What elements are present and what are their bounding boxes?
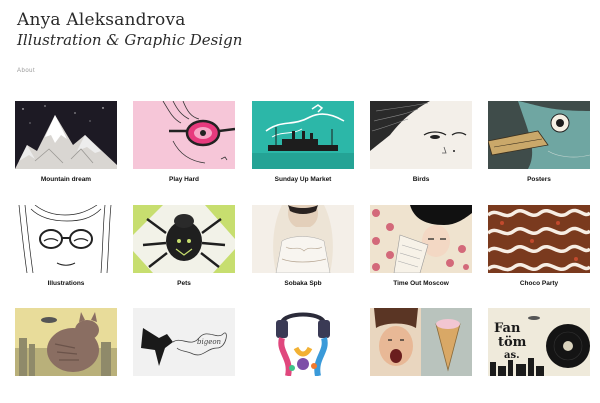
portfolio-caption[interactable]: Choco Party — [488, 280, 590, 287]
portfolio-caption[interactable]: Sobaka Spb — [252, 280, 354, 287]
portfolio-caption[interactable]: Time Out Moscow — [370, 280, 472, 287]
portfolio-caption[interactable]: Pets — [133, 280, 235, 287]
portfolio-caption[interactable]: Illustrations — [15, 280, 117, 287]
portfolio-caption[interactable]: Play Hard — [133, 176, 235, 183]
portfolio-item-posters[interactable]: Posters — [488, 101, 590, 183]
giant-cat-illustration[interactable] — [15, 308, 117, 376]
portfolio-item-choco-party[interactable]: Choco Party — [488, 205, 590, 287]
portfolio-caption[interactable]: Birds — [370, 176, 472, 183]
portfolio-item-row3-2[interactable]: bigeon — [133, 308, 235, 383]
mountain-illustration[interactable] — [15, 101, 117, 169]
portfolio-item-row3-1[interactable] — [15, 308, 117, 383]
pigeon-illustration[interactable]: bigeon — [133, 308, 235, 376]
portfolio-grid: Mountain dream Play Hard Sunday Up Marke… — [0, 0, 600, 403]
svg-text:Fan: Fan — [494, 321, 521, 336]
portfolio-caption[interactable]: Mountain dream — [15, 176, 117, 183]
svg-text:as.: as. — [504, 350, 520, 361]
portfolio-item-play-hard[interactable]: Play Hard — [133, 101, 235, 183]
portfolio-caption[interactable]: Sunday Up Market — [252, 176, 354, 183]
portfolio-item-row3-3[interactable] — [252, 308, 354, 383]
portfolio-item-birds[interactable]: Birds — [370, 101, 472, 183]
portfolio-item-sobaka-spb[interactable]: Sobaka Spb — [252, 205, 354, 287]
glasses-girl-illustration[interactable] — [133, 101, 235, 169]
ship-poster-illustration[interactable] — [252, 101, 354, 169]
headphones-illustration[interactable] — [252, 308, 354, 376]
portfolio-item-mountain-dream[interactable]: Mountain dream — [15, 101, 117, 183]
face-illustration[interactable] — [370, 101, 472, 169]
portfolio-item-row3-5[interactable]: Fan töm as. — [488, 308, 590, 383]
bird-head-illustration[interactable] — [488, 101, 590, 169]
portfolio-item-time-out-moscow[interactable]: Time Out Moscow — [370, 205, 472, 287]
svg-text:bigeon: bigeon — [197, 338, 222, 346]
portfolio-item-illustrations[interactable]: Illustrations — [15, 205, 117, 287]
portfolio-item-row3-4[interactable] — [370, 308, 472, 383]
portfolio-item-pets[interactable]: Pets — [133, 205, 235, 287]
beetle-illustration[interactable] — [133, 205, 235, 273]
portfolio-caption[interactable]: Posters — [488, 176, 590, 183]
glasses-face-illustration[interactable] — [15, 205, 117, 273]
portfolio-item-sunday-up-market[interactable]: Sunday Up Market — [252, 101, 354, 183]
bride-illustration[interactable] — [252, 205, 354, 273]
chocolate-pattern-illustration[interactable] — [488, 205, 590, 273]
svg-text:töm: töm — [498, 335, 527, 350]
fantomas-vinyl-illustration[interactable]: Fan töm as. — [488, 308, 590, 376]
faces-collage-illustration[interactable] — [370, 308, 472, 376]
woman-dots-illustration[interactable] — [370, 205, 472, 273]
